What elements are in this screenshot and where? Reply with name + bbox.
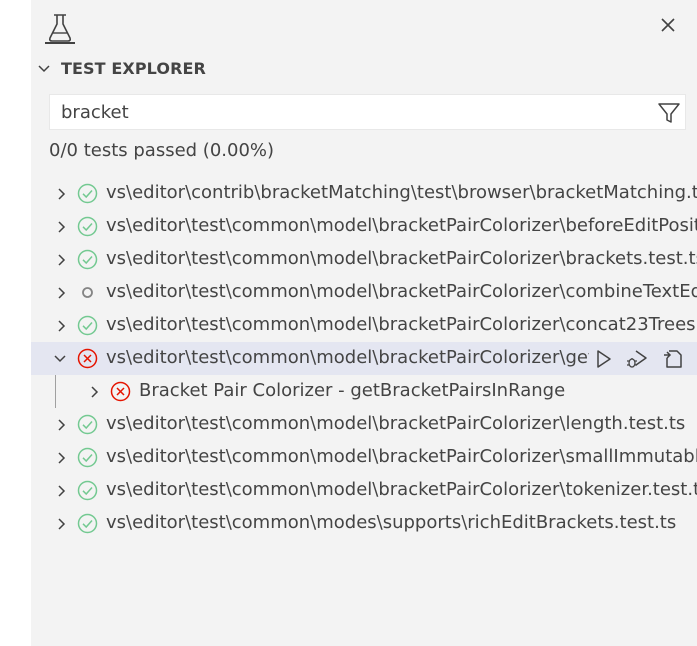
test-item-label: vs\editor\test\common\model\bracketPairC… xyxy=(106,446,697,467)
test-item-label: vs\editor\contrib\bracketMatching\test\b… xyxy=(106,182,697,203)
chevron-right-icon[interactable] xyxy=(55,450,69,464)
check-circle-icon xyxy=(77,513,98,534)
chevron-right-icon[interactable] xyxy=(88,384,102,398)
filter-icon[interactable] xyxy=(655,99,683,127)
beaker-icon[interactable] xyxy=(45,10,75,44)
test-item[interactable]: vs\editor\test\common\model\bracketPairC… xyxy=(31,441,697,474)
run-icon[interactable] xyxy=(591,347,615,371)
check-circle-icon xyxy=(77,414,98,435)
chevron-right-icon[interactable] xyxy=(55,417,69,431)
chevron-right-icon[interactable] xyxy=(55,483,69,497)
check-circle-icon xyxy=(77,249,98,270)
chevron-down-icon[interactable] xyxy=(53,351,67,365)
test-item[interactable]: vs\editor\test\common\model\bracketPairC… xyxy=(31,408,697,441)
check-circle-icon xyxy=(77,183,98,204)
test-item[interactable]: vs\editor\test\common\modes\supports\ric… xyxy=(31,507,697,540)
test-explorer-section-header[interactable]: TEST EXPLORER xyxy=(31,56,697,82)
check-circle-icon xyxy=(77,216,98,237)
check-circle-icon xyxy=(77,480,98,501)
indent-guide xyxy=(55,375,56,408)
test-filter-input[interactable]: bracket xyxy=(49,94,686,130)
test-item-label: vs\editor\test\common\modes\supports\ric… xyxy=(106,512,677,533)
test-item-selected[interactable]: vs\editor\test\common\model\bracketPairC… xyxy=(31,342,697,375)
test-item-label: vs\editor\test\common\model\bracketPairC… xyxy=(106,314,697,335)
section-title: TEST EXPLORER xyxy=(61,59,206,78)
check-circle-icon xyxy=(77,315,98,336)
active-tab-indicator xyxy=(45,42,75,44)
test-child-item[interactable]: Bracket Pair Colorizer - getBracketPairs… xyxy=(31,375,697,408)
test-child-label: Bracket Pair Colorizer - getBracketPairs… xyxy=(139,380,566,401)
chevron-right-icon[interactable] xyxy=(55,252,69,266)
test-item[interactable]: vs\editor\test\common\model\bracketPairC… xyxy=(31,309,697,342)
test-item-label: vs\editor\test\common\model\bracketPairC… xyxy=(106,413,686,434)
chevron-right-icon[interactable] xyxy=(55,285,69,299)
test-item-label: vs\editor\test\common\model\bracketPairC… xyxy=(106,479,697,500)
check-circle-icon xyxy=(77,447,98,468)
go-to-file-icon[interactable] xyxy=(661,347,685,371)
test-item-label: vs\editor\test\common\model\bracketPairC… xyxy=(106,281,697,302)
chevron-right-icon[interactable] xyxy=(55,219,69,233)
close-icon[interactable] xyxy=(657,14,679,36)
debug-icon[interactable] xyxy=(625,347,649,371)
test-item-label: vs\editor\test\common\model\bracketPairC… xyxy=(106,215,697,236)
chevron-right-icon[interactable] xyxy=(55,186,69,200)
circle-outline-icon xyxy=(77,282,98,303)
editor-gutter xyxy=(0,0,31,646)
test-item[interactable]: vs\editor\contrib\bracketMatching\test\b… xyxy=(31,177,697,210)
chevron-right-icon[interactable] xyxy=(55,318,69,332)
test-item[interactable]: vs\editor\test\common\model\bracketPairC… xyxy=(31,276,697,309)
filter-input-value[interactable]: bracket xyxy=(61,102,129,123)
test-item[interactable]: vs\editor\test\common\model\bracketPairC… xyxy=(31,210,697,243)
error-circle-icon xyxy=(110,381,131,402)
chevron-down-icon xyxy=(37,61,51,75)
panel-title-bar xyxy=(31,0,697,50)
row-actions xyxy=(589,342,697,375)
error-circle-icon xyxy=(77,348,98,369)
test-summary: 0/0 tests passed (0.00%) xyxy=(49,140,275,161)
test-item[interactable]: vs\editor\test\common\model\bracketPairC… xyxy=(31,243,697,276)
test-item[interactable]: vs\editor\test\common\model\bracketPairC… xyxy=(31,474,697,507)
chevron-right-icon[interactable] xyxy=(55,516,69,530)
test-item-label: vs\editor\test\common\model\bracketPairC… xyxy=(106,248,697,269)
